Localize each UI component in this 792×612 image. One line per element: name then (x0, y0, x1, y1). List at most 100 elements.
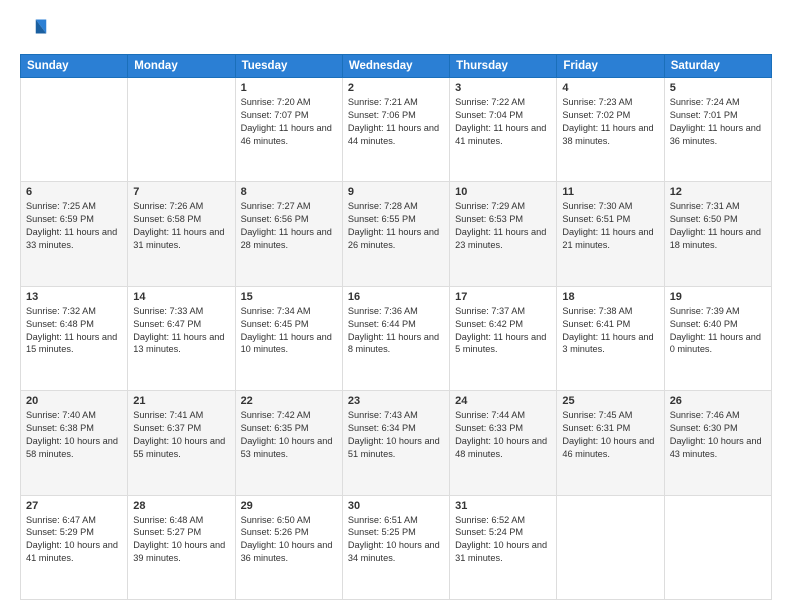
day-number: 14 (133, 291, 229, 303)
day-detail: Sunrise: 7:25 AMSunset: 6:59 PMDaylight:… (26, 200, 122, 252)
day-number: 29 (241, 500, 337, 512)
calendar-cell: 3 Sunrise: 7:22 AMSunset: 7:04 PMDaylight… (450, 78, 557, 182)
day-number: 25 (562, 395, 658, 407)
calendar-cell: 12 Sunrise: 7:31 AMSunset: 6:50 PMDayligh… (664, 182, 771, 286)
day-number: 17 (455, 291, 551, 303)
calendar-cell: 16Sunrise: 7:36 AMSunset: 6:44 PMDayligh… (342, 286, 449, 390)
calendar-cell: 7 Sunrise: 7:26 AMSunset: 6:58 PMDaylight… (128, 182, 235, 286)
day-number: 5 (670, 82, 766, 94)
calendar-cell: 14 Sunrise: 7:33 AMSunset: 6:47 PMDayligh… (128, 286, 235, 390)
day-number: 2 (348, 82, 444, 94)
day-detail: Sunrise: 6:51 AMSunset: 5:25 PMDaylight:… (348, 514, 444, 566)
weekday-saturday: Saturday (664, 55, 771, 78)
day-number: 15 (241, 291, 337, 303)
day-detail: Sunrise: 7:37 AMSunset: 6:42 PMDaylight:… (455, 305, 551, 357)
day-detail: Sunrise: 7:39 AMSunset: 6:40 PMDaylight:… (670, 305, 766, 357)
calendar-cell (21, 78, 128, 182)
day-detail: Sunrise: 7:20 AMSunset: 7:07 PMDaylight:… (241, 96, 337, 148)
calendar-cell: 30Sunrise: 6:51 AMSunset: 5:25 PMDayligh… (342, 495, 449, 599)
calendar-cell: 15 Sunrise: 7:34 AMSunset: 6:45 PMDayligh… (235, 286, 342, 390)
day-detail: Sunrise: 7:28 AMSunset: 6:55 PMDaylight:… (348, 200, 444, 252)
day-number: 1 (241, 82, 337, 94)
day-detail: Sunrise: 7:41 AMSunset: 6:37 PMDaylight:… (133, 409, 229, 461)
calendar-cell (664, 495, 771, 599)
weekday-monday: Monday (128, 55, 235, 78)
logo (20, 16, 52, 44)
calendar-cell: 31Sunrise: 6:52 AMSunset: 5:24 PMDayligh… (450, 495, 557, 599)
calendar-cell: 8 Sunrise: 7:27 AMSunset: 6:56 PMDaylight… (235, 182, 342, 286)
day-detail: Sunrise: 7:38 AMSunset: 6:41 PMDaylight:… (562, 305, 658, 357)
day-detail: Sunrise: 7:45 AMSunset: 6:31 PMDaylight:… (562, 409, 658, 461)
calendar-cell: 11 Sunrise: 7:30 AMSunset: 6:51 PMDayligh… (557, 182, 664, 286)
day-detail: Sunrise: 7:42 AMSunset: 6:35 PMDaylight:… (241, 409, 337, 461)
calendar-cell: 28 Sunrise: 6:48 AMSunset: 5:27 PMDayligh… (128, 495, 235, 599)
calendar-cell: 9Sunrise: 7:28 AMSunset: 6:55 PMDaylight… (342, 182, 449, 286)
day-number: 3 (455, 82, 551, 94)
day-detail: Sunrise: 7:30 AMSunset: 6:51 PMDaylight:… (562, 200, 658, 252)
weekday-tuesday: Tuesday (235, 55, 342, 78)
day-detail: Sunrise: 7:26 AMSunset: 6:58 PMDaylight:… (133, 200, 229, 252)
day-number: 8 (241, 186, 337, 198)
calendar-cell: 26 Sunrise: 7:46 AMSunset: 6:30 PMDayligh… (664, 391, 771, 495)
calendar-cell: 20 Sunrise: 7:40 AMSunset: 6:38 PMDayligh… (21, 391, 128, 495)
calendar-cell: 22 Sunrise: 7:42 AMSunset: 6:35 PMDayligh… (235, 391, 342, 495)
calendar-cell: 29 Sunrise: 6:50 AMSunset: 5:26 PMDayligh… (235, 495, 342, 599)
week-row-2: 6 Sunrise: 7:25 AMSunset: 6:59 PMDaylight… (21, 182, 772, 286)
day-detail: Sunrise: 7:40 AMSunset: 6:38 PMDaylight:… (26, 409, 122, 461)
calendar-cell: 10Sunrise: 7:29 AMSunset: 6:53 PMDayligh… (450, 182, 557, 286)
day-detail: Sunrise: 7:34 AMSunset: 6:45 PMDaylight:… (241, 305, 337, 357)
day-detail: Sunrise: 6:48 AMSunset: 5:27 PMDaylight:… (133, 514, 229, 566)
calendar-cell: 19 Sunrise: 7:39 AMSunset: 6:40 PMDayligh… (664, 286, 771, 390)
calendar-cell: 6 Sunrise: 7:25 AMSunset: 6:59 PMDaylight… (21, 182, 128, 286)
day-number: 4 (562, 82, 658, 94)
day-detail: Sunrise: 6:50 AMSunset: 5:26 PMDaylight:… (241, 514, 337, 566)
day-detail: Sunrise: 7:43 AMSunset: 6:34 PMDaylight:… (348, 409, 444, 461)
day-detail: Sunrise: 7:29 AMSunset: 6:53 PMDaylight:… (455, 200, 551, 252)
calendar-cell: 25 Sunrise: 7:45 AMSunset: 6:31 PMDayligh… (557, 391, 664, 495)
day-detail: Sunrise: 7:46 AMSunset: 6:30 PMDaylight:… (670, 409, 766, 461)
weekday-friday: Friday (557, 55, 664, 78)
day-detail: Sunrise: 7:23 AMSunset: 7:02 PMDaylight:… (562, 96, 658, 148)
day-detail: Sunrise: 7:21 AMSunset: 7:06 PMDaylight:… (348, 96, 444, 148)
calendar-cell: 23Sunrise: 7:43 AMSunset: 6:34 PMDayligh… (342, 391, 449, 495)
calendar-cell: 17 Sunrise: 7:37 AMSunset: 6:42 PMDayligh… (450, 286, 557, 390)
day-detail: Sunrise: 7:22 AMSunset: 7:04 PMDaylight:… (455, 96, 551, 148)
week-row-4: 20 Sunrise: 7:40 AMSunset: 6:38 PMDayligh… (21, 391, 772, 495)
calendar-cell (128, 78, 235, 182)
calendar-cell: 5Sunrise: 7:24 AMSunset: 7:01 PMDaylight… (664, 78, 771, 182)
day-number: 12 (670, 186, 766, 198)
day-number: 27 (26, 500, 122, 512)
day-number: 26 (670, 395, 766, 407)
day-detail: Sunrise: 7:44 AMSunset: 6:33 PMDaylight:… (455, 409, 551, 461)
header (20, 16, 772, 44)
day-number: 28 (133, 500, 229, 512)
weekday-thursday: Thursday (450, 55, 557, 78)
day-number: 7 (133, 186, 229, 198)
day-number: 24 (455, 395, 551, 407)
day-number: 11 (562, 186, 658, 198)
day-number: 16 (348, 291, 444, 303)
calendar-cell: 2 Sunrise: 7:21 AMSunset: 7:06 PMDaylight… (342, 78, 449, 182)
weekday-sunday: Sunday (21, 55, 128, 78)
calendar-cell: 24 Sunrise: 7:44 AMSunset: 6:33 PMDayligh… (450, 391, 557, 495)
week-row-1: 1 Sunrise: 7:20 AMSunset: 7:07 PMDaylight… (21, 78, 772, 182)
calendar-cell: 1 Sunrise: 7:20 AMSunset: 7:07 PMDaylight… (235, 78, 342, 182)
day-number: 22 (241, 395, 337, 407)
calendar-cell: 27Sunrise: 6:47 AMSunset: 5:29 PMDayligh… (21, 495, 128, 599)
day-number: 19 (670, 291, 766, 303)
calendar-cell (557, 495, 664, 599)
week-row-3: 13Sunrise: 7:32 AMSunset: 6:48 PMDayligh… (21, 286, 772, 390)
day-number: 21 (133, 395, 229, 407)
day-detail: Sunrise: 7:31 AMSunset: 6:50 PMDaylight:… (670, 200, 766, 252)
day-number: 20 (26, 395, 122, 407)
day-detail: Sunrise: 7:33 AMSunset: 6:47 PMDaylight:… (133, 305, 229, 357)
day-detail: Sunrise: 7:27 AMSunset: 6:56 PMDaylight:… (241, 200, 337, 252)
calendar-cell: 13Sunrise: 7:32 AMSunset: 6:48 PMDayligh… (21, 286, 128, 390)
logo-icon (20, 16, 48, 44)
calendar-cell: 4 Sunrise: 7:23 AMSunset: 7:02 PMDaylight… (557, 78, 664, 182)
day-number: 18 (562, 291, 658, 303)
day-number: 6 (26, 186, 122, 198)
weekday-wednesday: Wednesday (342, 55, 449, 78)
weekday-header-row: SundayMondayTuesdayWednesdayThursdayFrid… (21, 55, 772, 78)
day-number: 31 (455, 500, 551, 512)
